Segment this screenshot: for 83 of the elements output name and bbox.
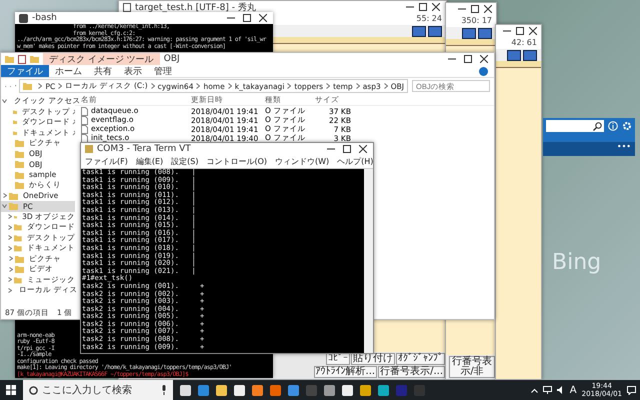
- maximize-icon[interactable]: [471, 5, 479, 13]
- taskbar-app-icon[interactable]: [324, 384, 335, 396]
- close-icon[interactable]: [432, 3, 440, 11]
- chevron-right-icon[interactable]: [2, 193, 6, 198]
- wallpaper-caption: Bing: [552, 250, 602, 275]
- maximize-icon[interactable]: [516, 27, 524, 35]
- chevron-right-icon[interactable]: [38, 83, 42, 89]
- info-icon[interactable]: [608, 121, 618, 131]
- more-menu[interactable]: •••: [543, 142, 635, 156]
- terminal-app-icon: [19, 14, 28, 22]
- chevron-up-icon[interactable]: [530, 388, 538, 392]
- maximize-icon[interactable]: [419, 3, 427, 11]
- chevron-right-icon[interactable]: [196, 83, 200, 89]
- speaker-icon[interactable]: [556, 386, 565, 394]
- window-title: COM3 - Tera Term VT: [97, 144, 191, 154]
- ribbon-tab[interactable]: ファイル: [1, 65, 49, 77]
- settings-icon[interactable]: [622, 121, 632, 131]
- search-field[interactable]: [546, 120, 604, 132]
- windows-logo-icon[interactable]: [6, 385, 16, 395]
- ribbon-tab[interactable]: ホーム: [49, 65, 88, 77]
- function-key-button[interactable]: ｵｸﾞｼﾞｬﾝﾌﾟ: [396, 353, 445, 365]
- menu-item[interactable]: ヘルプ(H): [337, 156, 374, 167]
- toolbar-icon[interactable]: [412, 26, 426, 37]
- chevron-right-icon[interactable]: [228, 83, 232, 89]
- window-title: OBJ: [164, 54, 180, 64]
- taskbar-app-icon[interactable]: [216, 384, 227, 396]
- help-icon[interactable]: [479, 66, 488, 76]
- toolbar-icon[interactable]: [523, 50, 537, 61]
- window-title: -bash: [32, 13, 57, 23]
- menu-item[interactable]: コントロール(O): [206, 156, 268, 167]
- taskbar-app-icon[interactable]: [342, 384, 353, 396]
- menu-item[interactable]: ウィンドウ(W): [275, 156, 330, 167]
- toolbar-icon[interactable]: [428, 26, 442, 37]
- taskbar-app-icon[interactable]: [378, 384, 389, 396]
- checklist-icon[interactable]: [18, 54, 26, 64]
- close-icon[interactable]: [259, 14, 267, 22]
- cursor-position: 55: 24: [416, 14, 442, 24]
- folder-icon: [23, 82, 32, 90]
- ribbon-tab[interactable]: 管理: [148, 65, 178, 77]
- chevron-right-icon[interactable]: [356, 83, 360, 89]
- taskbar-app-icon[interactable]: [360, 384, 371, 396]
- notification-icon[interactable]: [627, 386, 636, 394]
- terminal-app-icon: [85, 145, 93, 153]
- chevron-right-icon[interactable]: [384, 83, 388, 89]
- function-key-button[interactable]: 行番号表示/...: [378, 366, 445, 378]
- toolbar-icon[interactable]: [462, 28, 476, 39]
- ime-indicator[interactable]: A: [570, 384, 577, 396]
- maximize-icon[interactable]: [243, 14, 251, 22]
- ruler: [496, 61, 541, 68]
- taskbar-app-icon[interactable]: [252, 384, 263, 396]
- circle-icon: [29, 386, 38, 394]
- menu-item[interactable]: 設定(S): [171, 156, 198, 167]
- cursor-position: 350: 17: [461, 16, 492, 26]
- taskbar-app-icon[interactable]: [234, 384, 245, 396]
- scrollbar[interactable]: [364, 169, 373, 353]
- toolbar-icon[interactable]: [478, 28, 492, 39]
- ribbon-tab[interactable]: 共有: [88, 65, 118, 77]
- function-key-button[interactable]: ｱｳﾄﾗｲﾝ解析...: [314, 366, 378, 378]
- close-icon[interactable]: [480, 55, 488, 63]
- chevron-down-icon[interactable]: [2, 204, 7, 208]
- cursor-position: 42: 61: [511, 38, 537, 48]
- close-icon[interactable]: [484, 5, 492, 13]
- chevron-right-icon[interactable]: [326, 83, 330, 89]
- menu-item[interactable]: 編集(E): [136, 156, 164, 167]
- network-icon[interactable]: [542, 386, 552, 394]
- close-icon[interactable]: [359, 145, 367, 153]
- maximize-icon[interactable]: [464, 55, 472, 63]
- chevron-right-icon[interactable]: [287, 83, 292, 89]
- close-icon[interactable]: [529, 27, 537, 35]
- microphone-icon[interactable]: [161, 385, 167, 395]
- ribbon-tab[interactable]: 表示: [118, 65, 148, 77]
- context-tab-header: ディスク イメージ ツール: [43, 53, 160, 65]
- function-key-button[interactable]: 行番号表示/非: [449, 356, 495, 378]
- taskbar-search-field[interactable]: ここに入力して検索: [23, 380, 173, 400]
- search-icon[interactable]: [593, 122, 602, 130]
- chevron-down-icon[interactable]: [2, 99, 7, 104]
- menu-item[interactable]: ファイル(F): [85, 156, 128, 167]
- chevron-right-icon[interactable]: [58, 83, 62, 89]
- maximize-icon[interactable]: [343, 145, 351, 153]
- window-title: target_test.h [UTF-8] - 秀丸: [135, 2, 256, 14]
- taskbar-app-icon[interactable]: [180, 384, 191, 396]
- chevron-right-icon[interactable]: [150, 83, 155, 89]
- toolbar-icon[interactable]: [507, 50, 521, 61]
